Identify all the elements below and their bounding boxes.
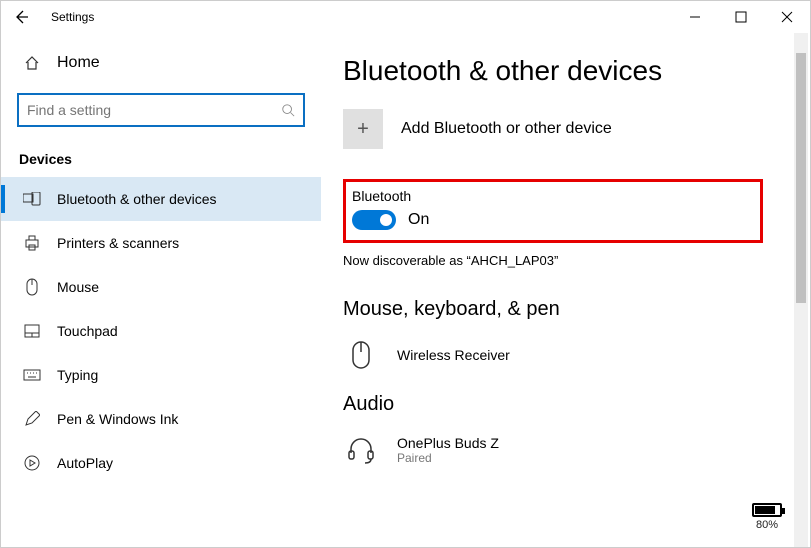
add-device-button[interactable]: + Add Bluetooth or other device [343, 109, 810, 149]
sidebar-item-mouse[interactable]: Mouse [1, 265, 321, 309]
sidebar-item-bluetooth[interactable]: Bluetooth & other devices [1, 177, 321, 221]
mouse-device-icon [343, 335, 379, 375]
window-controls [672, 1, 810, 33]
minimize-button[interactable] [672, 1, 718, 33]
maximize-button[interactable] [718, 1, 764, 33]
content-area: Home Devices Bluetooth & other devices P… [1, 33, 810, 547]
device-oneplus-buds[interactable]: OnePlus Buds Z Paired [343, 430, 810, 470]
close-button[interactable] [764, 1, 810, 33]
bluetooth-state-label: On [408, 211, 429, 229]
touchpad-icon [23, 324, 41, 338]
home-label: Home [57, 54, 100, 72]
close-icon [781, 11, 793, 23]
section-mouse-keyboard-pen: Mouse, keyboard, & pen [343, 298, 810, 321]
add-device-label: Add Bluetooth or other device [401, 120, 612, 138]
arrow-left-icon [13, 9, 29, 25]
minimize-icon [689, 11, 701, 23]
sidebar-item-autoplay[interactable]: AutoPlay [1, 441, 321, 485]
headset-icon [343, 430, 379, 470]
category-header: Devices [1, 143, 321, 177]
maximize-icon [735, 11, 747, 23]
sidebar-item-label: Mouse [57, 279, 99, 295]
titlebar: Settings [1, 1, 810, 33]
device-status: Paired [397, 451, 499, 465]
bluetooth-section-label: Bluetooth [352, 188, 748, 204]
sidebar-item-typing[interactable]: Typing [1, 353, 321, 397]
back-button[interactable] [1, 1, 41, 33]
device-text: Wireless Receiver [397, 347, 510, 363]
sidebar-item-label: Pen & Windows Ink [57, 411, 178, 427]
search-input[interactable] [27, 102, 281, 118]
battery-indicator: 80% [752, 503, 782, 531]
sidebar-item-label: Bluetooth & other devices [57, 191, 217, 207]
sidebar-item-label: Typing [57, 367, 98, 383]
search-box[interactable] [17, 93, 305, 127]
scrollbar[interactable] [794, 33, 808, 547]
plus-icon: + [343, 109, 383, 149]
printer-icon [23, 235, 41, 251]
device-wireless-receiver[interactable]: Wireless Receiver [343, 335, 810, 375]
keyboard-icon [23, 369, 41, 381]
sidebar-item-label: Touchpad [57, 323, 118, 339]
sidebar-item-label: Printers & scanners [57, 235, 179, 251]
scrollbar-thumb[interactable] [796, 53, 806, 303]
device-name: OnePlus Buds Z [397, 435, 499, 451]
page-title: Bluetooth & other devices [343, 55, 810, 87]
device-text: OnePlus Buds Z Paired [397, 435, 499, 465]
sidebar-item-touchpad[interactable]: Touchpad [1, 309, 321, 353]
bluetooth-highlight: Bluetooth On [343, 179, 763, 243]
window-title: Settings [51, 10, 94, 24]
bluetooth-toggle-row: On [352, 210, 748, 230]
sidebar-item-pen[interactable]: Pen & Windows Ink [1, 397, 321, 441]
pen-icon [23, 411, 41, 427]
sidebar: Home Devices Bluetooth & other devices P… [1, 33, 321, 547]
sidebar-item-label: AutoPlay [57, 455, 113, 471]
devices-icon [23, 192, 41, 206]
search-icon [281, 103, 295, 117]
bluetooth-toggle[interactable] [352, 210, 396, 230]
home-icon [23, 55, 41, 71]
device-name: Wireless Receiver [397, 347, 510, 363]
section-audio: Audio [343, 393, 810, 416]
toggle-knob [380, 214, 392, 226]
autoplay-icon [23, 455, 41, 471]
battery-percent: 80% [752, 519, 782, 531]
main-panel: Bluetooth & other devices + Add Bluetoot… [321, 33, 810, 547]
discoverable-text: Now discoverable as “AHCH_LAP03” [343, 253, 810, 268]
sidebar-item-printers[interactable]: Printers & scanners [1, 221, 321, 265]
mouse-icon [23, 278, 41, 296]
home-nav[interactable]: Home [1, 43, 321, 83]
battery-icon [752, 503, 782, 517]
